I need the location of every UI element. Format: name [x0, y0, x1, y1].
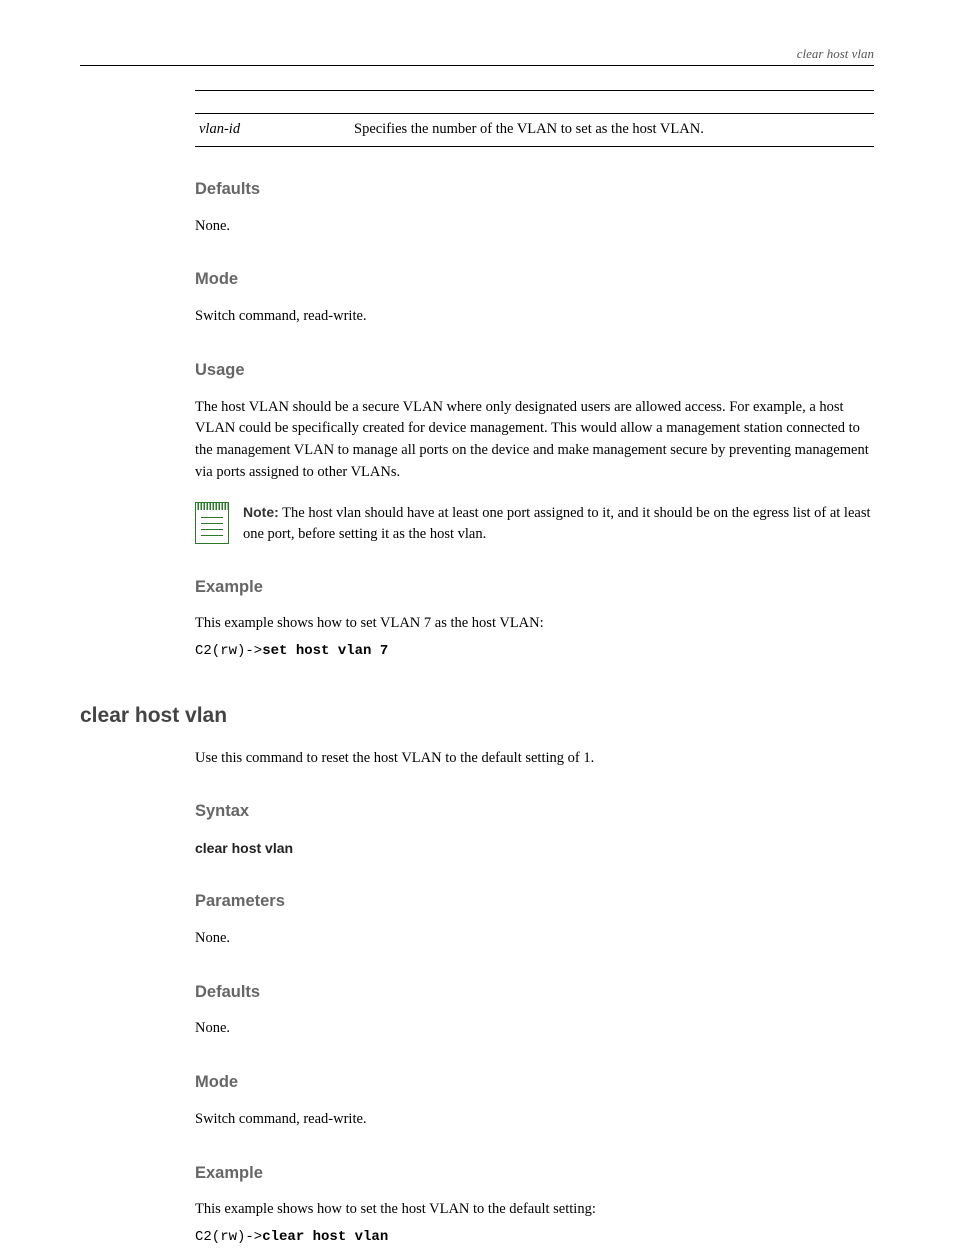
param-name: vlan-id — [199, 119, 354, 141]
defaults2-text: None. — [195, 1018, 874, 1040]
example2-code: C2(rw)-> clear host vlan — [195, 1227, 874, 1248]
page-header-title: clear host vlan — [797, 44, 874, 64]
cli-prompt2: C2(rw)-> — [195, 1227, 262, 1248]
cli-command2: clear host vlan — [262, 1227, 388, 1248]
cli-prompt: C2(rw)-> — [195, 641, 262, 662]
defaults-text: None. — [195, 216, 874, 238]
section-mode2-heading: Mode — [195, 1070, 874, 1095]
section-syntax-heading: Syntax — [195, 799, 874, 824]
command-intro: Use this command to reset the host VLAN … — [195, 748, 874, 770]
section-example2-heading: Example — [195, 1161, 874, 1186]
cli-command: set host vlan 7 — [262, 641, 388, 662]
page-content: vlan-id Specifies the number of the VLAN… — [195, 90, 874, 1248]
example2-text: This example shows how to set the host V… — [195, 1199, 874, 1221]
example-code: C2(rw)-> set host vlan 7 — [195, 641, 874, 662]
note-icon — [195, 502, 229, 544]
section-parameters-heading: Parameters — [195, 889, 874, 914]
param-table-row: vlan-id Specifies the number of the VLAN… — [195, 113, 874, 147]
section-defaults-heading: Defaults — [195, 177, 874, 202]
parameters-text: None. — [195, 928, 874, 950]
usage-text: The host VLAN should be a secure VLAN wh… — [195, 397, 874, 484]
note-body: The host vlan should have at least one p… — [243, 505, 871, 542]
mode-text: Switch command, read-write. — [195, 306, 874, 328]
example-text: This example shows how to set VLAN 7 as … — [195, 613, 874, 635]
section-example-heading: Example — [195, 575, 874, 600]
note-block: Note: The host vlan should have at least… — [195, 502, 874, 545]
param-table-top-rule — [195, 90, 874, 91]
syntax-code: clear host vlan — [195, 838, 874, 859]
section-defaults2-heading: Defaults — [195, 980, 874, 1005]
param-desc: Specifies the number of the VLAN to set … — [354, 119, 870, 141]
section-usage-heading: Usage — [195, 358, 874, 383]
mode2-text: Switch command, read-write. — [195, 1109, 874, 1131]
section-mode-heading: Mode — [195, 267, 874, 292]
note-text: Note: The host vlan should have at least… — [243, 502, 874, 545]
note-lead: Note: — [243, 504, 279, 520]
command-title: clear host vlan — [80, 700, 874, 732]
header-rule — [80, 65, 874, 66]
